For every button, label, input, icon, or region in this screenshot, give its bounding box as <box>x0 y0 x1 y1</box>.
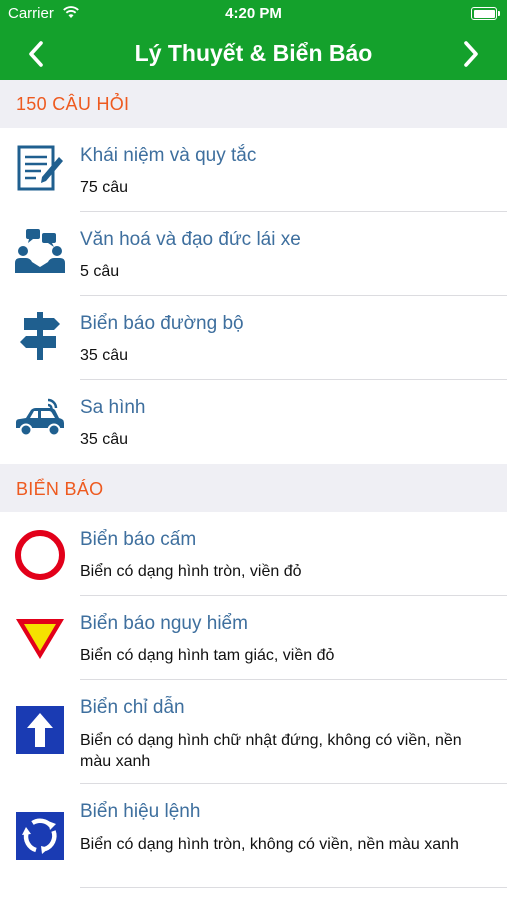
item-title: Biển báo nguy hiểm <box>80 613 248 634</box>
page-title: Lý Thuyết & Biển Báo <box>134 40 373 66</box>
row-divider <box>80 887 507 888</box>
up-arrow-sign-icon <box>14 704 66 756</box>
top-bar: Carrier 4:20 PM Lý Thuyết & Biển Báo <box>0 0 507 80</box>
item-subtitle: Biển có dạng hình tròn, không có viền, n… <box>80 836 459 853</box>
item-title: Biển báo cấm <box>80 529 197 550</box>
prohibition-sign-icon <box>14 529 66 581</box>
item-subtitle: Biển có dạng hình chữ nhật đứng, không c… <box>80 732 462 770</box>
signpost-icon <box>14 310 66 362</box>
section-header-signs: BIỂN BÁO <box>0 464 507 512</box>
list-item-prohibition-signs[interactable]: Biển báo cấm Biển có dạng hình tròn, viề… <box>0 512 507 596</box>
battery-icon <box>471 7 500 20</box>
list-item-guide-signs[interactable]: Biển chỉ dẫn Biển có dạng hình chữ nhật … <box>0 680 507 784</box>
navigation-bar: Lý Thuyết & Biển Báo <box>0 28 507 80</box>
list-item-driving-ethics[interactable]: Văn hoá và đạo đức lái xe 5 câu <box>0 212 507 296</box>
section-header-questions: 150 CÂU HỎI <box>0 80 507 128</box>
warning-triangle-sign-icon <box>14 612 66 664</box>
section-title: 150 CÂU HỎI <box>16 94 130 114</box>
list-item-road-signs[interactable]: Biển báo đường bộ 35 câu <box>0 296 507 380</box>
list-item-warning-signs[interactable]: Biển báo nguy hiểm Biển có dạng hình tam… <box>0 596 507 680</box>
item-subtitle: 75 câu <box>80 179 129 196</box>
car-signal-icon <box>14 394 66 446</box>
item-title: Khái niệm và quy tắc <box>80 145 257 166</box>
item-title: Biển báo đường bộ <box>80 313 244 334</box>
status-bar: Carrier 4:20 PM <box>0 0 507 28</box>
item-title: Biển hiệu lệnh <box>80 801 201 822</box>
item-title: Biển chỉ dẫn <box>80 697 185 718</box>
item-subtitle: 35 câu <box>80 347 129 364</box>
item-title: Văn hoá và đạo đức lái xe <box>80 229 301 250</box>
section-title: BIỂN BÁO <box>16 479 104 499</box>
list-item-road-scenarios[interactable]: Sa hình 35 câu <box>0 380 507 464</box>
people-chat-icon <box>14 226 66 278</box>
list-item-mandatory-signs[interactable]: Biển hiệu lệnh Biển có dạng hình tròn, k… <box>0 784 507 888</box>
list-item-concepts-rules[interactable]: Khái niệm và quy tắc 75 câu <box>0 128 507 212</box>
document-pen-icon <box>14 142 66 194</box>
item-subtitle: Biển có dạng hình tam giác, viền đỏ <box>80 647 335 664</box>
roundabout-sign-icon <box>14 810 66 862</box>
forward-button[interactable] <box>449 32 493 76</box>
item-subtitle: 35 câu <box>80 431 129 448</box>
item-subtitle: Biển có dạng hình tròn, viền đỏ <box>80 563 302 580</box>
item-title: Sa hình <box>80 397 146 418</box>
item-subtitle: 5 câu <box>80 263 120 280</box>
chevron-right-icon <box>464 41 478 67</box>
status-time: 4:20 PM <box>225 5 282 22</box>
